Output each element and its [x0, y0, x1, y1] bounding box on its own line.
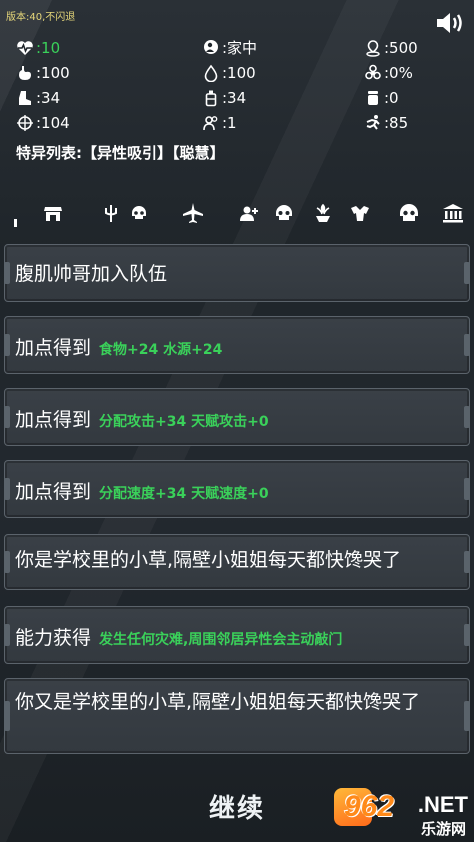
stat-distance: :500 — [364, 38, 466, 57]
skull-icon[interactable] — [396, 200, 422, 226]
stat-drink: :34 — [202, 88, 364, 107]
shop-icon[interactable] — [40, 200, 66, 226]
stat-location-value: :家中 — [222, 39, 258, 57]
status-panel: 版本:40,不闪退 :10 :家中 :500:100:100:0%:34… — [0, 0, 474, 230]
stats-grid: :10 :家中 :500 :100 :100:0%:34:34:0:1… — [16, 38, 466, 132]
pin-icon — [364, 39, 382, 57]
add-person-icon[interactable] — [236, 200, 262, 226]
version-label: 版本:40,不闪退 — [6, 12, 76, 23]
stat-hunger-value: :100 — [36, 63, 70, 82]
stat-water: :100 — [202, 63, 364, 82]
running-icon — [364, 114, 382, 132]
event-reward: 分配速度+34 天赋速度+0 — [99, 486, 269, 502]
traits-list: 特异列表:【异性吸引】【聪慧】 — [16, 144, 225, 162]
stat-attack-value: :104 — [36, 113, 70, 132]
scroll-marker — [14, 219, 17, 227]
watermark-net: .NET — [417, 792, 468, 817]
stat-attack: :104 — [16, 113, 202, 132]
stat-health-value: :10 — [36, 38, 61, 57]
stat-water-value: :100 — [222, 63, 256, 82]
skull-icon[interactable] — [126, 200, 152, 226]
stat-agility-value: :85 — [384, 113, 409, 132]
stat-drink-value: :34 — [222, 88, 247, 107]
event-card[interactable]: 你又是学校里的小草,隔壁小姐姐每天都快馋哭了 — [4, 678, 470, 754]
people-icon — [202, 114, 220, 132]
stat-health: :10 — [16, 38, 202, 57]
biohazard-icon — [364, 64, 382, 82]
stat-infection-value: :0% — [384, 63, 413, 82]
category-icon-bar — [14, 196, 470, 230]
stat-hunger: :100 — [16, 63, 202, 82]
event-card[interactable]: 加点得到 分配速度+34 天赋速度+0 — [4, 460, 470, 518]
event-text: 你是学校里的小草,隔壁小姐姐每天都快馋哭了 — [15, 549, 402, 571]
event-text: 腹肌帅哥加入队伍 — [15, 263, 168, 285]
stat-team-value: :1 — [222, 113, 237, 132]
airplane-icon[interactable] — [180, 200, 206, 226]
bank-icon[interactable] — [440, 200, 466, 226]
stat-agility: :85 — [364, 113, 466, 132]
event-text: 加点得到 — [15, 337, 92, 359]
event-card[interactable]: 加点得到 分配攻击+34 天赋攻击+0 — [4, 388, 470, 446]
event-text: 能力获得 — [15, 627, 92, 649]
bottle-icon — [202, 89, 220, 107]
stat-supplies-value: :0 — [384, 88, 399, 107]
muscle-icon[interactable] — [347, 200, 373, 226]
stomach-icon — [16, 64, 34, 82]
event-card[interactable]: 能力获得 发生任何灾难,周围邻居异性会主动敲门 — [4, 606, 470, 664]
event-reward: 发生任何灾难,周围邻居异性会主动敲门 — [99, 632, 343, 648]
event-text: 你又是学校里的小草,隔壁小姐姐每天都快馋哭了 — [15, 691, 421, 713]
stat-infection: :0% — [364, 63, 466, 82]
stat-speed: :34 — [16, 88, 202, 107]
crosshair-icon — [16, 114, 34, 132]
location-person-icon — [202, 39, 220, 57]
event-reward: 分配攻击+34 天赋攻击+0 — [99, 414, 269, 430]
water-drop-icon — [202, 64, 220, 82]
event-card[interactable]: 加点得到 食物+24 水源+24 — [4, 316, 470, 374]
stat-supplies: :0 — [364, 88, 466, 107]
speaker-icon — [437, 13, 462, 33]
event-card[interactable]: 你是学校里的小草,隔壁小姐姐每天都快馋哭了 — [4, 534, 470, 590]
stat-location: :家中 — [202, 38, 364, 57]
event-text: 加点得到 — [15, 481, 92, 503]
jar-icon — [364, 89, 382, 107]
event-text: 加点得到 — [15, 409, 92, 431]
event-reward: 食物+24 水源+24 — [99, 342, 223, 358]
trident-icon[interactable] — [98, 200, 124, 226]
stat-speed-value: :34 — [36, 88, 61, 107]
watermark-site-name: 乐游网 — [420, 820, 466, 838]
stat-distance-value: :500 — [384, 38, 418, 57]
watermark-number: 962 — [344, 790, 395, 823]
event-card[interactable]: 腹肌帅哥加入队伍 — [4, 244, 470, 302]
boot-icon — [16, 89, 34, 107]
site-watermark: 962 .NET 乐游网 — [334, 786, 470, 840]
heart-rate-icon — [16, 39, 34, 57]
skull-icon[interactable] — [271, 200, 297, 226]
sound-toggle-button[interactable] — [434, 8, 466, 38]
stat-team: :1 — [202, 113, 364, 132]
hand-plant-icon[interactable] — [310, 200, 336, 226]
